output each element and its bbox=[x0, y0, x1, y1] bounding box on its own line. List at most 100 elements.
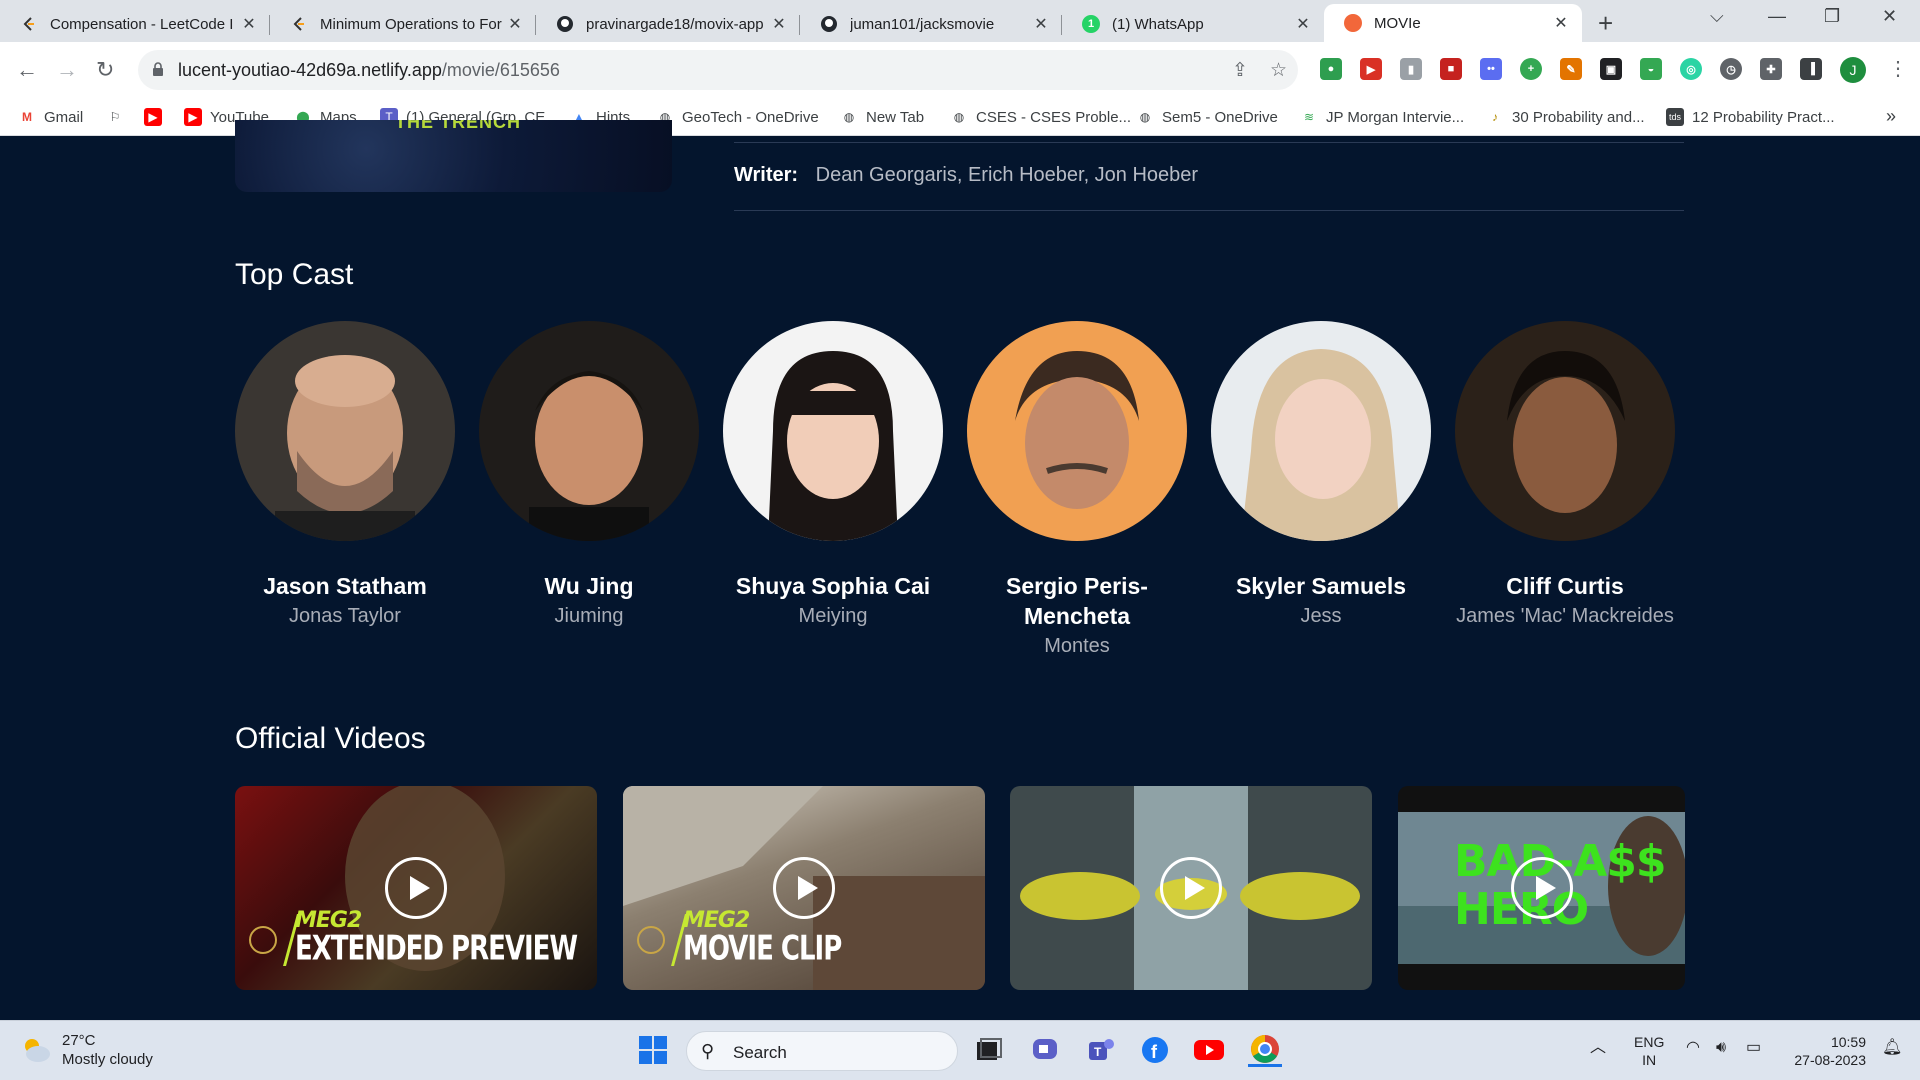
cast-card[interactable]: Skyler Samuels Jess bbox=[1211, 321, 1431, 631]
volume-icon[interactable]: 🔊︎ bbox=[1716, 1039, 1726, 1057]
notification-icon[interactable]: 🔔︎ bbox=[1882, 1039, 1902, 1057]
show-hidden-icons[interactable]: ︿ bbox=[1590, 1039, 1606, 1057]
bookmark-label: GeoTech - OneDrive bbox=[682, 108, 819, 126]
video-thumbnail[interactable] bbox=[1010, 786, 1372, 990]
youtube-icon[interactable] bbox=[1192, 1033, 1226, 1067]
close-icon[interactable]: ✕ bbox=[506, 14, 524, 34]
bookmark-youtube-short[interactable]: ▶ bbox=[144, 108, 170, 126]
extension-icon[interactable]: ▶ bbox=[1360, 58, 1382, 80]
meet-chat-icon[interactable] bbox=[1028, 1033, 1062, 1067]
play-icon[interactable] bbox=[1160, 857, 1222, 919]
cast-card[interactable]: Cliff Curtis James 'Mac' Mackreides bbox=[1455, 321, 1675, 631]
bookmark-gmail[interactable]: M Gmail bbox=[18, 108, 83, 126]
jpmorgan-icon: ≋ bbox=[1303, 110, 1315, 124]
play-icon[interactable] bbox=[385, 857, 447, 919]
close-icon[interactable]: ✕ bbox=[1552, 13, 1570, 33]
extension-icon[interactable]: •• bbox=[1480, 58, 1502, 80]
wifi-icon[interactable]: ◠ bbox=[1686, 1039, 1700, 1057]
extension-icon[interactable]: ◒ bbox=[1640, 58, 1662, 80]
leetcode-icon bbox=[290, 15, 308, 33]
extension-icon[interactable]: ▣ bbox=[1600, 58, 1622, 80]
close-icon[interactable]: ✕ bbox=[240, 14, 258, 34]
bookmark-label: New Tab bbox=[866, 108, 925, 126]
bookmark-jpmorgan[interactable]: ≋ JP Morgan Intervie... bbox=[1300, 108, 1464, 126]
close-icon[interactable]: ✕ bbox=[770, 14, 788, 34]
bookmark-12-probability[interactable]: tds 12 Probability Pract... bbox=[1666, 108, 1835, 126]
cast-role: James 'Mac' Mackreides bbox=[1456, 605, 1674, 627]
video-thumbnail[interactable]: MEG2 MOVIE CLIP bbox=[623, 786, 985, 990]
writer-names: Dean Georgaris, Erich Hoeber, Jon Hoeber bbox=[815, 164, 1199, 186]
extension-icon[interactable]: ◎ bbox=[1680, 58, 1702, 80]
extension-icon[interactable]: ✎ bbox=[1560, 58, 1582, 80]
extension-icon[interactable]: ▮ bbox=[1400, 58, 1422, 80]
browser-tab-strip: Compensation - LeetCode I ✕ Minimum Oper… bbox=[0, 0, 1920, 42]
tab-whatsapp[interactable]: 1 (1) WhatsApp ✕ bbox=[1062, 6, 1324, 42]
more-menu-icon[interactable]: ⋮ bbox=[1888, 56, 1908, 81]
clock[interactable]: 10:59 27-08-2023 bbox=[1786, 1033, 1866, 1069]
cast-name: Cliff Curtis bbox=[1506, 573, 1624, 599]
globe-icon: ◍ bbox=[843, 110, 855, 124]
windows-start-icon[interactable] bbox=[636, 1033, 670, 1067]
wb-logo-icon bbox=[249, 926, 277, 954]
cast-card[interactable]: Sergio Peris-Mencheta Montes bbox=[967, 321, 1187, 661]
bookmark-label: JP Morgan Intervie... bbox=[1326, 108, 1465, 126]
play-icon[interactable] bbox=[773, 857, 835, 919]
tds-icon: tds bbox=[1666, 108, 1684, 126]
tab-leetcode-compensation[interactable]: Compensation - LeetCode I ✕ bbox=[0, 6, 270, 42]
task-view-icon[interactable] bbox=[972, 1033, 1006, 1067]
clock-icon[interactable]: ◷ bbox=[1720, 58, 1742, 80]
restore-icon[interactable]: ❐ bbox=[1824, 6, 1840, 27]
extension-icon[interactable]: + bbox=[1520, 58, 1542, 80]
battery-icon[interactable]: ▭ bbox=[1746, 1039, 1761, 1057]
tab-title: Minimum Operations to For bbox=[320, 15, 502, 33]
lock-icon bbox=[153, 62, 163, 76]
top-cast-heading: Top Cast bbox=[235, 258, 354, 291]
bookmark-cses[interactable]: ◍ CSES - CSES Proble... bbox=[950, 108, 1131, 126]
window-close-icon[interactable]: ✕ bbox=[1882, 6, 1897, 27]
cast-card[interactable]: Jason Statham Jonas Taylor bbox=[235, 321, 455, 631]
address-bar[interactable]: lucent-youtiao-42d69a.netlify.app/movie/… bbox=[138, 50, 1298, 90]
video-thumbnail[interactable]: MEG2 EXTENDED PREVIEW bbox=[235, 786, 597, 990]
bookmark-sem5[interactable]: ◍ Sem5 - OneDrive bbox=[1136, 108, 1278, 126]
bookmark-unnamed[interactable]: ⚐ bbox=[106, 108, 132, 126]
tab-github-movix[interactable]: pravinargade18/movix-app ✕ bbox=[536, 6, 800, 42]
puzzle-icon[interactable]: ✚ bbox=[1760, 58, 1782, 80]
minimize-icon[interactable]: — bbox=[1768, 6, 1786, 27]
reload-icon[interactable]: ↻ bbox=[96, 57, 114, 83]
back-arrow-icon[interactable]: ← bbox=[16, 57, 38, 83]
weather-temp: 27°C bbox=[62, 1032, 96, 1049]
bookmark-geotech[interactable]: ◍ GeoTech - OneDrive bbox=[656, 108, 819, 126]
weather-widget[interactable]: 27°C Mostly cloudy bbox=[20, 1031, 153, 1069]
extension-icon[interactable]: ■ bbox=[1440, 58, 1462, 80]
bookmark-label: Gmail bbox=[44, 108, 84, 126]
share-icon[interactable]: ⇪ bbox=[1232, 59, 1248, 82]
url-path: /movie/615656 bbox=[441, 60, 560, 80]
bookmark-30-probability[interactable]: ♪ 30 Probability and... bbox=[1486, 108, 1645, 126]
cast-card[interactable]: Wu Jing Jiuming bbox=[479, 321, 699, 631]
bookmark-new-tab[interactable]: ◍ New Tab bbox=[840, 108, 924, 126]
more-bookmarks-icon[interactable]: » bbox=[1886, 106, 1896, 127]
teams-icon[interactable]: T bbox=[1084, 1033, 1118, 1067]
tab-title: (1) WhatsApp bbox=[1112, 15, 1204, 33]
video-label: MOVIE CLIP bbox=[683, 929, 842, 969]
avatar[interactable]: J bbox=[1840, 57, 1866, 83]
facebook-icon[interactable]: f bbox=[1138, 1033, 1172, 1067]
video-thumbnail[interactable]: BAD-A$$ HERO bbox=[1398, 786, 1685, 990]
new-tab-button[interactable]: + bbox=[1598, 8, 1613, 39]
close-icon[interactable]: ✕ bbox=[1032, 14, 1050, 34]
cast-card[interactable]: Shuya Sophia Cai Meiying bbox=[723, 321, 943, 631]
forward-arrow-icon[interactable]: → bbox=[56, 57, 78, 83]
close-icon[interactable]: ✕ bbox=[1294, 14, 1312, 34]
taskbar-search[interactable]: ⚲ Search bbox=[686, 1031, 958, 1071]
clock-date: 27-08-2023 bbox=[1794, 1052, 1866, 1068]
language-indicator[interactable]: ENG IN bbox=[1634, 1033, 1664, 1069]
tab-leetcode-min-ops[interactable]: Minimum Operations to For ✕ bbox=[270, 6, 536, 42]
tab-search-icon[interactable]: ⌵ bbox=[1710, 6, 1724, 27]
tab-movie-active[interactable]: MOVIe ✕ bbox=[1324, 4, 1582, 42]
play-icon[interactable] bbox=[1511, 857, 1573, 919]
bookmark-star-icon[interactable]: ☆ bbox=[1270, 59, 1287, 82]
side-panel-icon[interactable]: ▐ bbox=[1800, 58, 1822, 80]
chrome-icon[interactable] bbox=[1248, 1033, 1282, 1067]
tab-github-jacksmovie[interactable]: juman101/jacksmovie ✕ bbox=[800, 6, 1062, 42]
extension-icon[interactable]: ● bbox=[1320, 58, 1342, 80]
